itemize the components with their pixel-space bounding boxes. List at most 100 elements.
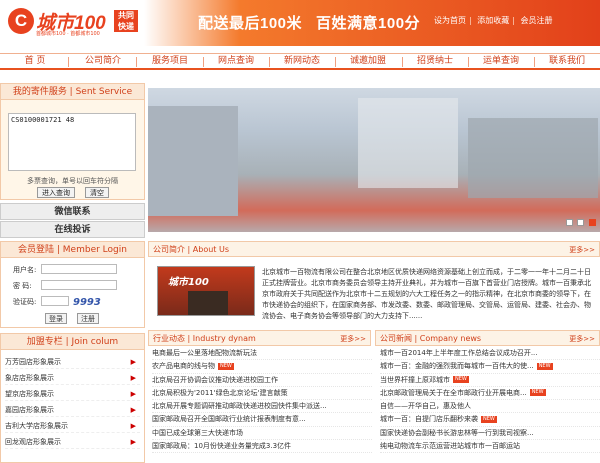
nav-news[interactable]: 新网动态: [272, 54, 332, 69]
news-item[interactable]: 中国已成全球第三大快递市场: [152, 427, 372, 441]
news-item[interactable]: 国家邮政局：10月份快递业务量完成3.3亿件: [152, 440, 372, 454]
arrow-right-icon: ▶: [130, 406, 136, 414]
news-item[interactable]: 当世界杆撞上原邓城市 NEW: [380, 374, 600, 387]
nav-outlets[interactable]: 网点查询: [206, 54, 266, 69]
news-item-title: 北京邮政管理局关于在全市邮政行业开展电商...: [380, 388, 527, 397]
banner-image-region: [358, 98, 458, 188]
industry-news-list: 电商最后一公里落地配物流新玩法 农产品电商的线与物 NEW 北京局召开协调会议推动快递…: [152, 347, 372, 454]
news-item-title: 纯电动物流车示范运营进站城市市一百邮运站: [380, 442, 520, 451]
join-list-item[interactable]: 象店店形象展示 ▶: [5, 372, 140, 385]
nav-careers[interactable]: 招贤纳士: [405, 54, 465, 69]
news-item[interactable]: 自信——开华自己，惠及他人: [380, 400, 600, 414]
nav-about[interactable]: 公司简介: [72, 54, 134, 69]
hero-banner[interactable]: [148, 88, 600, 232]
nav-divider: [402, 57, 403, 67]
new-badge-icon: NEW: [453, 376, 469, 384]
join-list-item[interactable]: 望京店形象展示 ▶: [5, 388, 140, 401]
company-news-header: 公司新闻 | Company news 更多>>: [375, 330, 600, 346]
new-badge-icon: NEW: [218, 362, 234, 370]
industry-header: 行业动态 | Industry dynam 更多>>: [148, 330, 371, 346]
top-links: 设为首页 | 添加收藏 | 会员注册: [434, 16, 553, 25]
tracking-clear-button[interactable]: 清空: [85, 187, 109, 198]
join-title: 加盟专栏 | Join colum: [1, 334, 144, 350]
join-list-item[interactable]: 万芳园店形象展示 ▶: [5, 356, 140, 369]
news-item-title: 国家邮政局：10月份快递业务量完成3.3亿件: [152, 442, 292, 451]
new-badge-icon: NEW: [536, 362, 553, 370]
username-label: 用户名:: [13, 266, 37, 274]
wechat-contact-button[interactable]: 微信联系: [0, 203, 145, 220]
captcha-label: 验证码:: [13, 298, 37, 306]
banner-pager: [564, 219, 596, 228]
banner-image-region: [148, 106, 238, 216]
main-nav: 首 页 公司简介 服务项目 网点查询 新网动态 诚邀加盟 招贤纳士 运单查询 联…: [0, 53, 600, 70]
join-list-item[interactable]: 嘉园店形象展示 ▶: [5, 404, 140, 417]
banner-dot-active[interactable]: [589, 219, 596, 226]
set-homepage-link[interactable]: 设为首页: [434, 16, 466, 25]
add-favorite-link[interactable]: 添加收藏: [477, 16, 509, 25]
nav-services[interactable]: 服务项目: [139, 54, 201, 69]
password-label: 密 码:: [13, 282, 32, 290]
login-panel: 会员登陆 | Member Login 用户名: 密 码: 验证码: 9993 …: [0, 241, 145, 328]
nav-divider: [534, 57, 535, 67]
company-news-list: 城市一百2014年上半年度工作总结会议成功召开... 城市一百：金融的强烈我而每城…: [380, 347, 600, 454]
tracking-title: 我的寄件服务 | Sent Service: [1, 84, 144, 100]
captcha-input[interactable]: [41, 296, 69, 306]
news-item-title: 北京局积极为'2011'绿色北京论坛'建言献策: [152, 388, 288, 397]
tracking-hint: 多票查询，单号以回车符分隔: [27, 177, 118, 185]
storefront-door: [188, 291, 228, 315]
news-item-title: 北京局开展专题调研推动邮政快递进校园快件集中派送...: [152, 402, 327, 411]
nav-divider: [269, 57, 270, 67]
about-more-link[interactable]: 更多>>: [569, 242, 595, 258]
about-text: 北京城市一百物流有限公司在整合北京地区优质快递网络资源基础上创立而成，于二零一一…: [262, 268, 591, 320]
news-item[interactable]: 城市一百：金融的强烈我而每城市一百伟大的使... NEW: [380, 360, 600, 374]
arrow-right-icon: ▶: [130, 390, 136, 398]
company-news-more-link[interactable]: 更多>>: [569, 331, 595, 347]
news-item[interactable]: 北京局积极为'2011'绿色北京论坛'建言献策: [152, 387, 372, 401]
register-button[interactable]: 注册: [77, 313, 99, 324]
nav-contact[interactable]: 联系我们: [537, 54, 597, 69]
arrow-right-icon: ▶: [130, 422, 136, 430]
nav-divider: [203, 57, 204, 67]
nav-home[interactable]: 首 页: [8, 54, 62, 69]
news-item[interactable]: 国家快递协会副秘书长游忠林等一行到我司视察...: [380, 427, 600, 441]
news-item-title: 国家快递协会副秘书长游忠林等一行到我司视察...: [380, 428, 534, 437]
news-item-title: 农产品电商的线与物: [152, 362, 215, 371]
member-register-link[interactable]: 会员注册: [521, 16, 553, 25]
nav-waybill[interactable]: 运单查询: [471, 54, 531, 69]
join-list-item[interactable]: 吉利大学店形象展示 ▶: [5, 420, 140, 433]
nav-divider: [68, 57, 69, 67]
news-item[interactable]: 农产品电商的线与物 NEW: [152, 360, 372, 374]
news-item-title: 城市一百2014年上半年度工作总结会议成功召开...: [380, 349, 538, 357]
password-input[interactable]: [41, 280, 117, 290]
news-item[interactable]: 电商最后一公里落地配物流新玩法: [152, 347, 372, 361]
tracking-query-button[interactable]: 进入查询: [37, 187, 75, 198]
username-input[interactable]: [41, 264, 117, 274]
storefront-photo: 城市100: [157, 266, 255, 316]
news-item-title: 当世界杆撞上原邓城市: [380, 375, 450, 384]
login-title: 会员登陆 | Member Login: [1, 242, 144, 258]
news-item-title: 国家邮政局召开全国邮政行业统计报表制度有意...: [152, 415, 306, 424]
online-complaint-button[interactable]: 在线投诉: [0, 221, 145, 238]
banner-dot[interactable]: [577, 219, 585, 226]
tracking-number-input[interactable]: [8, 113, 136, 171]
industry-more-link[interactable]: 更多>>: [340, 331, 366, 347]
news-item-title: 中国已成全球第三大快递市场: [152, 428, 243, 437]
news-item-title: 城市一百：自提门店乐翻秒来袭: [380, 415, 478, 424]
news-item[interactable]: 北京局开展专题调研推动邮政快递进校园快件集中派送...: [152, 400, 372, 414]
nav-franchise[interactable]: 诚邀加盟: [338, 54, 398, 69]
login-button[interactable]: 登录: [45, 313, 67, 324]
logo-badge: 共同 快递: [114, 10, 138, 32]
banner-dot[interactable]: [565, 219, 573, 226]
new-badge-icon: NEW: [529, 389, 546, 397]
captcha-image[interactable]: 9993: [73, 297, 101, 308]
join-list-item[interactable]: 回龙观店形象展示 ▶: [5, 436, 140, 449]
news-item[interactable]: 城市一百2014年上半年度工作总结会议成功召开...: [380, 347, 600, 361]
news-item[interactable]: 城市一百：自提门店乐翻秒来袭 NEW: [380, 413, 600, 427]
new-badge-icon: NEW: [481, 415, 497, 423]
news-item[interactable]: 国家邮政局召开全国邮政行业统计报表制度有意...: [152, 413, 372, 427]
storefront-sign: 城市100: [168, 277, 209, 288]
nav-divider: [335, 57, 336, 67]
news-item[interactable]: 纯电动物流车示范运营进站城市市一百邮运站: [380, 440, 600, 454]
news-item[interactable]: 北京局召开协调会议推动快递进校园工作: [152, 374, 372, 387]
news-item[interactable]: 北京邮政管理局关于在全市邮政行业开展电商... NEW: [380, 387, 600, 401]
